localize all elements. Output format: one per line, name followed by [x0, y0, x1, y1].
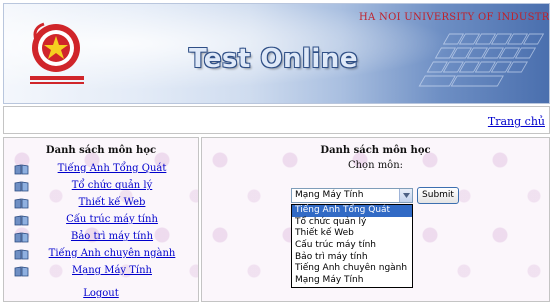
subject-item: Tiếng Anh Tổng Quát: [4, 163, 198, 180]
logout-link[interactable]: Logout: [4, 288, 198, 299]
book-icon: [14, 249, 29, 260]
book-icon: [14, 181, 29, 192]
subject-chooser-heading: Danh sách môn học: [320, 145, 431, 156]
dropdown-option[interactable]: Thiết kế Web: [292, 228, 412, 240]
subject-link[interactable]: Cấu trúc máy tính: [32, 214, 192, 225]
dropdown-option[interactable]: Bảo trì máy tính: [292, 252, 412, 264]
site-title: Test Online: [189, 44, 358, 74]
subject-link[interactable]: Tiếng Anh chuyên ngành: [32, 248, 192, 259]
subject-list: Tiếng Anh Tổng Quát Tổ chức quản lý Thiế…: [4, 163, 198, 282]
subject-select-value: Mạng Máy Tính: [295, 190, 364, 200]
book-icon: [14, 164, 29, 175]
dropdown-arrow-icon[interactable]: [399, 189, 412, 202]
subject-link[interactable]: Thiết kế Web: [32, 197, 192, 208]
dropdown-option[interactable]: Tiếng Anh chuyên ngành: [292, 263, 412, 275]
university-logo-icon: [30, 22, 84, 84]
subject-chooser-panel: Danh sách môn học Chọn môn: Mạng Máy Tín…: [201, 137, 550, 302]
dropdown-option[interactable]: Mạng Máy Tính: [292, 275, 412, 287]
keyboard-image-icon: [418, 33, 545, 87]
top-nav-bar: Trang chủ: [3, 106, 550, 134]
book-icon: [14, 198, 29, 209]
dropdown-option[interactable]: Tổ chức quản lý: [292, 217, 412, 229]
submit-button[interactable]: Submit: [417, 187, 459, 204]
book-icon: [14, 215, 29, 226]
subject-select[interactable]: Mạng Máy Tính: [291, 188, 413, 203]
university-name: HA NOI UNIVERSITY OF INDUSTRY: [359, 12, 550, 23]
home-link[interactable]: Trang chủ: [488, 115, 545, 128]
book-icon: [14, 266, 29, 277]
subject-dropdown-list: Tiếng Anh Tổng Quát Tổ chức quản lý Thiế…: [291, 204, 413, 288]
subject-link[interactable]: Mạng Máy Tính: [32, 265, 192, 276]
subject-item: Tổ chức quản lý: [4, 180, 198, 197]
subject-item: Mạng Máy Tính: [4, 265, 198, 282]
subject-link[interactable]: Bảo trì máy tính: [32, 231, 192, 242]
subject-item: Bảo trì máy tính: [4, 231, 198, 248]
subject-list-heading: Danh sách môn học: [45, 145, 157, 156]
book-icon: [14, 232, 29, 243]
subject-link[interactable]: Tiếng Anh Tổng Quát: [32, 163, 192, 174]
subject-link[interactable]: Tổ chức quản lý: [32, 180, 192, 191]
subject-item: Tiếng Anh chuyên ngành: [4, 248, 198, 265]
header-banner: HA NOI UNIVERSITY OF INDUSTRY Test Onlin…: [3, 3, 550, 104]
dropdown-option[interactable]: Tiếng Anh Tổng Quát: [292, 205, 412, 217]
choose-subject-label: Chọn môn:: [347, 160, 404, 171]
dropdown-option[interactable]: Cấu trúc máy tính: [292, 240, 412, 252]
subject-item: Thiết kế Web: [4, 197, 198, 214]
subject-list-panel: Danh sách môn học Tiếng Anh Tổng Quát Tổ…: [3, 137, 199, 302]
subject-item: Cấu trúc máy tính: [4, 214, 198, 231]
